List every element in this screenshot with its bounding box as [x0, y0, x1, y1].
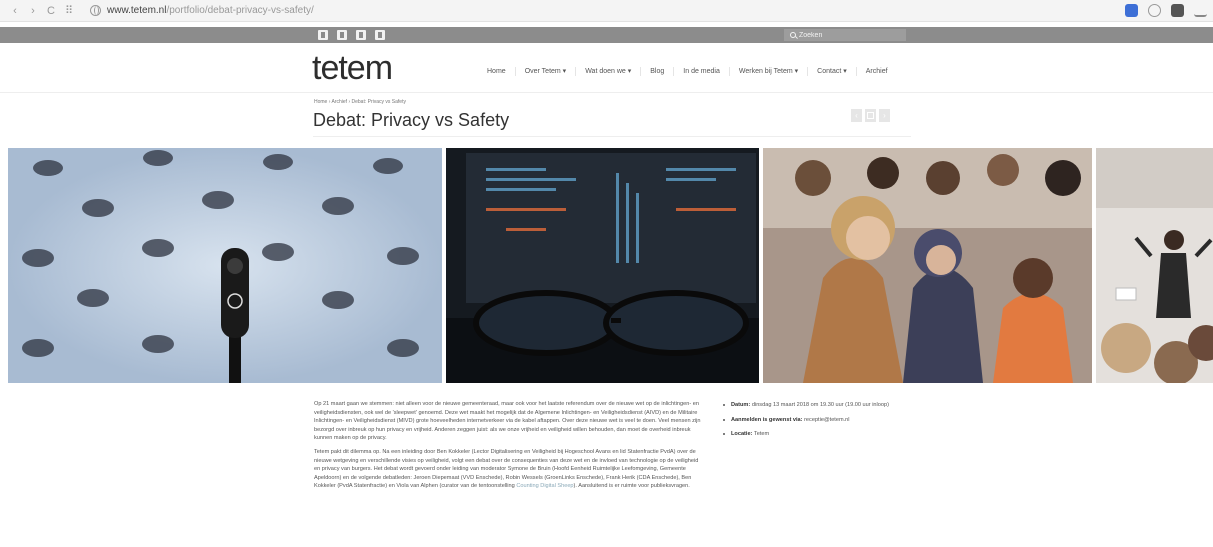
menu-item-blog[interactable]: Blog	[641, 67, 675, 76]
registration-email-link[interactable]: receptie@tetem.nl	[804, 417, 849, 423]
title-divider	[313, 136, 911, 137]
next-button[interactable]: ›	[879, 109, 890, 122]
back-icon[interactable]: ‹	[8, 4, 22, 18]
main-menu: Home Over Tetem ▾ Wat doen we ▾ Blog In …	[478, 67, 897, 76]
reload-icon[interactable]: C	[44, 4, 58, 18]
download-icon[interactable]	[1194, 4, 1207, 17]
menu-icon[interactable]	[1171, 4, 1184, 17]
detail-value: Tetem	[753, 431, 770, 438]
gallery-image-speaker[interactable]	[1096, 148, 1213, 383]
gallery-image-glasses[interactable]	[446, 148, 759, 383]
instagram-icon[interactable]	[375, 30, 385, 40]
detail-date: Datum: dinsdag 13 maart 2018 om 19.30 uu…	[721, 401, 921, 410]
article-paragraph: Op 21 maart gaan we stemmen: niet alleen…	[314, 401, 701, 442]
browser-extensions	[1125, 4, 1207, 17]
detail-label: Aanmelden is gewenst via:	[731, 416, 803, 423]
menu-item-in-de-media[interactable]: In de media	[674, 67, 730, 76]
menu-item-home[interactable]: Home	[478, 67, 516, 76]
linkedin-icon[interactable]	[356, 30, 366, 40]
breadcrumb[interactable]: Home › Archief › Debat: Privacy vs Safet…	[314, 99, 406, 105]
search-input[interactable]	[799, 31, 889, 39]
search-box	[784, 29, 906, 41]
extension-icon[interactable]	[1125, 4, 1138, 17]
image-gallery	[0, 148, 1213, 383]
url-path: /portfolio/debat-privacy-vs-safety/	[166, 5, 314, 16]
forward-icon[interactable]: ›	[26, 4, 40, 18]
menu-item-over-tetem[interactable]: Over Tetem ▾	[516, 67, 577, 76]
detail-value: dinsdag 13 maart 2018 om 19.30 uur (19.0…	[751, 402, 889, 408]
facebook-icon[interactable]	[318, 30, 328, 40]
counting-digital-sheep-link[interactable]: Counting Digital Sheep	[516, 483, 573, 489]
top-strip	[0, 27, 1213, 43]
menu-item-wat-doen-we[interactable]: Wat doen we ▾	[576, 67, 642, 76]
search-icon[interactable]	[790, 32, 796, 38]
menu-item-contact[interactable]: Contact ▾	[808, 67, 857, 76]
event-details: Datum: dinsdag 13 maart 2018 om 19.30 uu…	[721, 401, 921, 445]
previous-button[interactable]: ‹	[851, 109, 862, 122]
menu-item-werken-bij-tetem[interactable]: Werken bij Tetem ▾	[730, 67, 809, 76]
article-body: Op 21 maart gaan we stemmen: niet alleen…	[314, 400, 704, 496]
url-host: www.tetem.nl	[107, 5, 167, 16]
logo[interactable]: tetem	[312, 51, 393, 85]
detail-label: Locatie:	[731, 431, 753, 438]
detail-registration: Aanmelden is gewenst via: receptie@tetem…	[721, 416, 921, 425]
twitter-icon[interactable]	[337, 30, 347, 40]
browser-toolbar: ‹ › C ⠿ www.tetem.nl/portfolio/debat-pri…	[0, 0, 1213, 22]
globe-icon	[90, 5, 101, 16]
gallery-image-audience[interactable]	[763, 148, 1092, 383]
gallery-image-camera[interactable]	[8, 148, 442, 383]
apps-icon[interactable]: ⠿	[62, 4, 76, 18]
menu-item-archief[interactable]: Archief	[857, 67, 897, 76]
article-paragraph: Tetem pakt dit dilemma op. Na een inleid…	[314, 448, 704, 491]
social-links	[318, 30, 385, 40]
page-title: Debat: Privacy vs Safety	[313, 110, 510, 130]
detail-location: Locatie: Tetem	[721, 430, 921, 439]
heart-icon[interactable]	[1148, 4, 1161, 17]
paragraph-text: ). Aansluitend is er ruimte voor publiek…	[573, 483, 690, 490]
grid-icon[interactable]	[865, 109, 876, 122]
portfolio-pager: ‹ ›	[851, 109, 890, 122]
detail-label: Datum:	[731, 402, 751, 408]
site-header: tetem Home Over Tetem ▾ Wat doen we ▾ Bl…	[0, 43, 1213, 93]
address-bar[interactable]: www.tetem.nl/portfolio/debat-privacy-vs-…	[84, 3, 320, 19]
